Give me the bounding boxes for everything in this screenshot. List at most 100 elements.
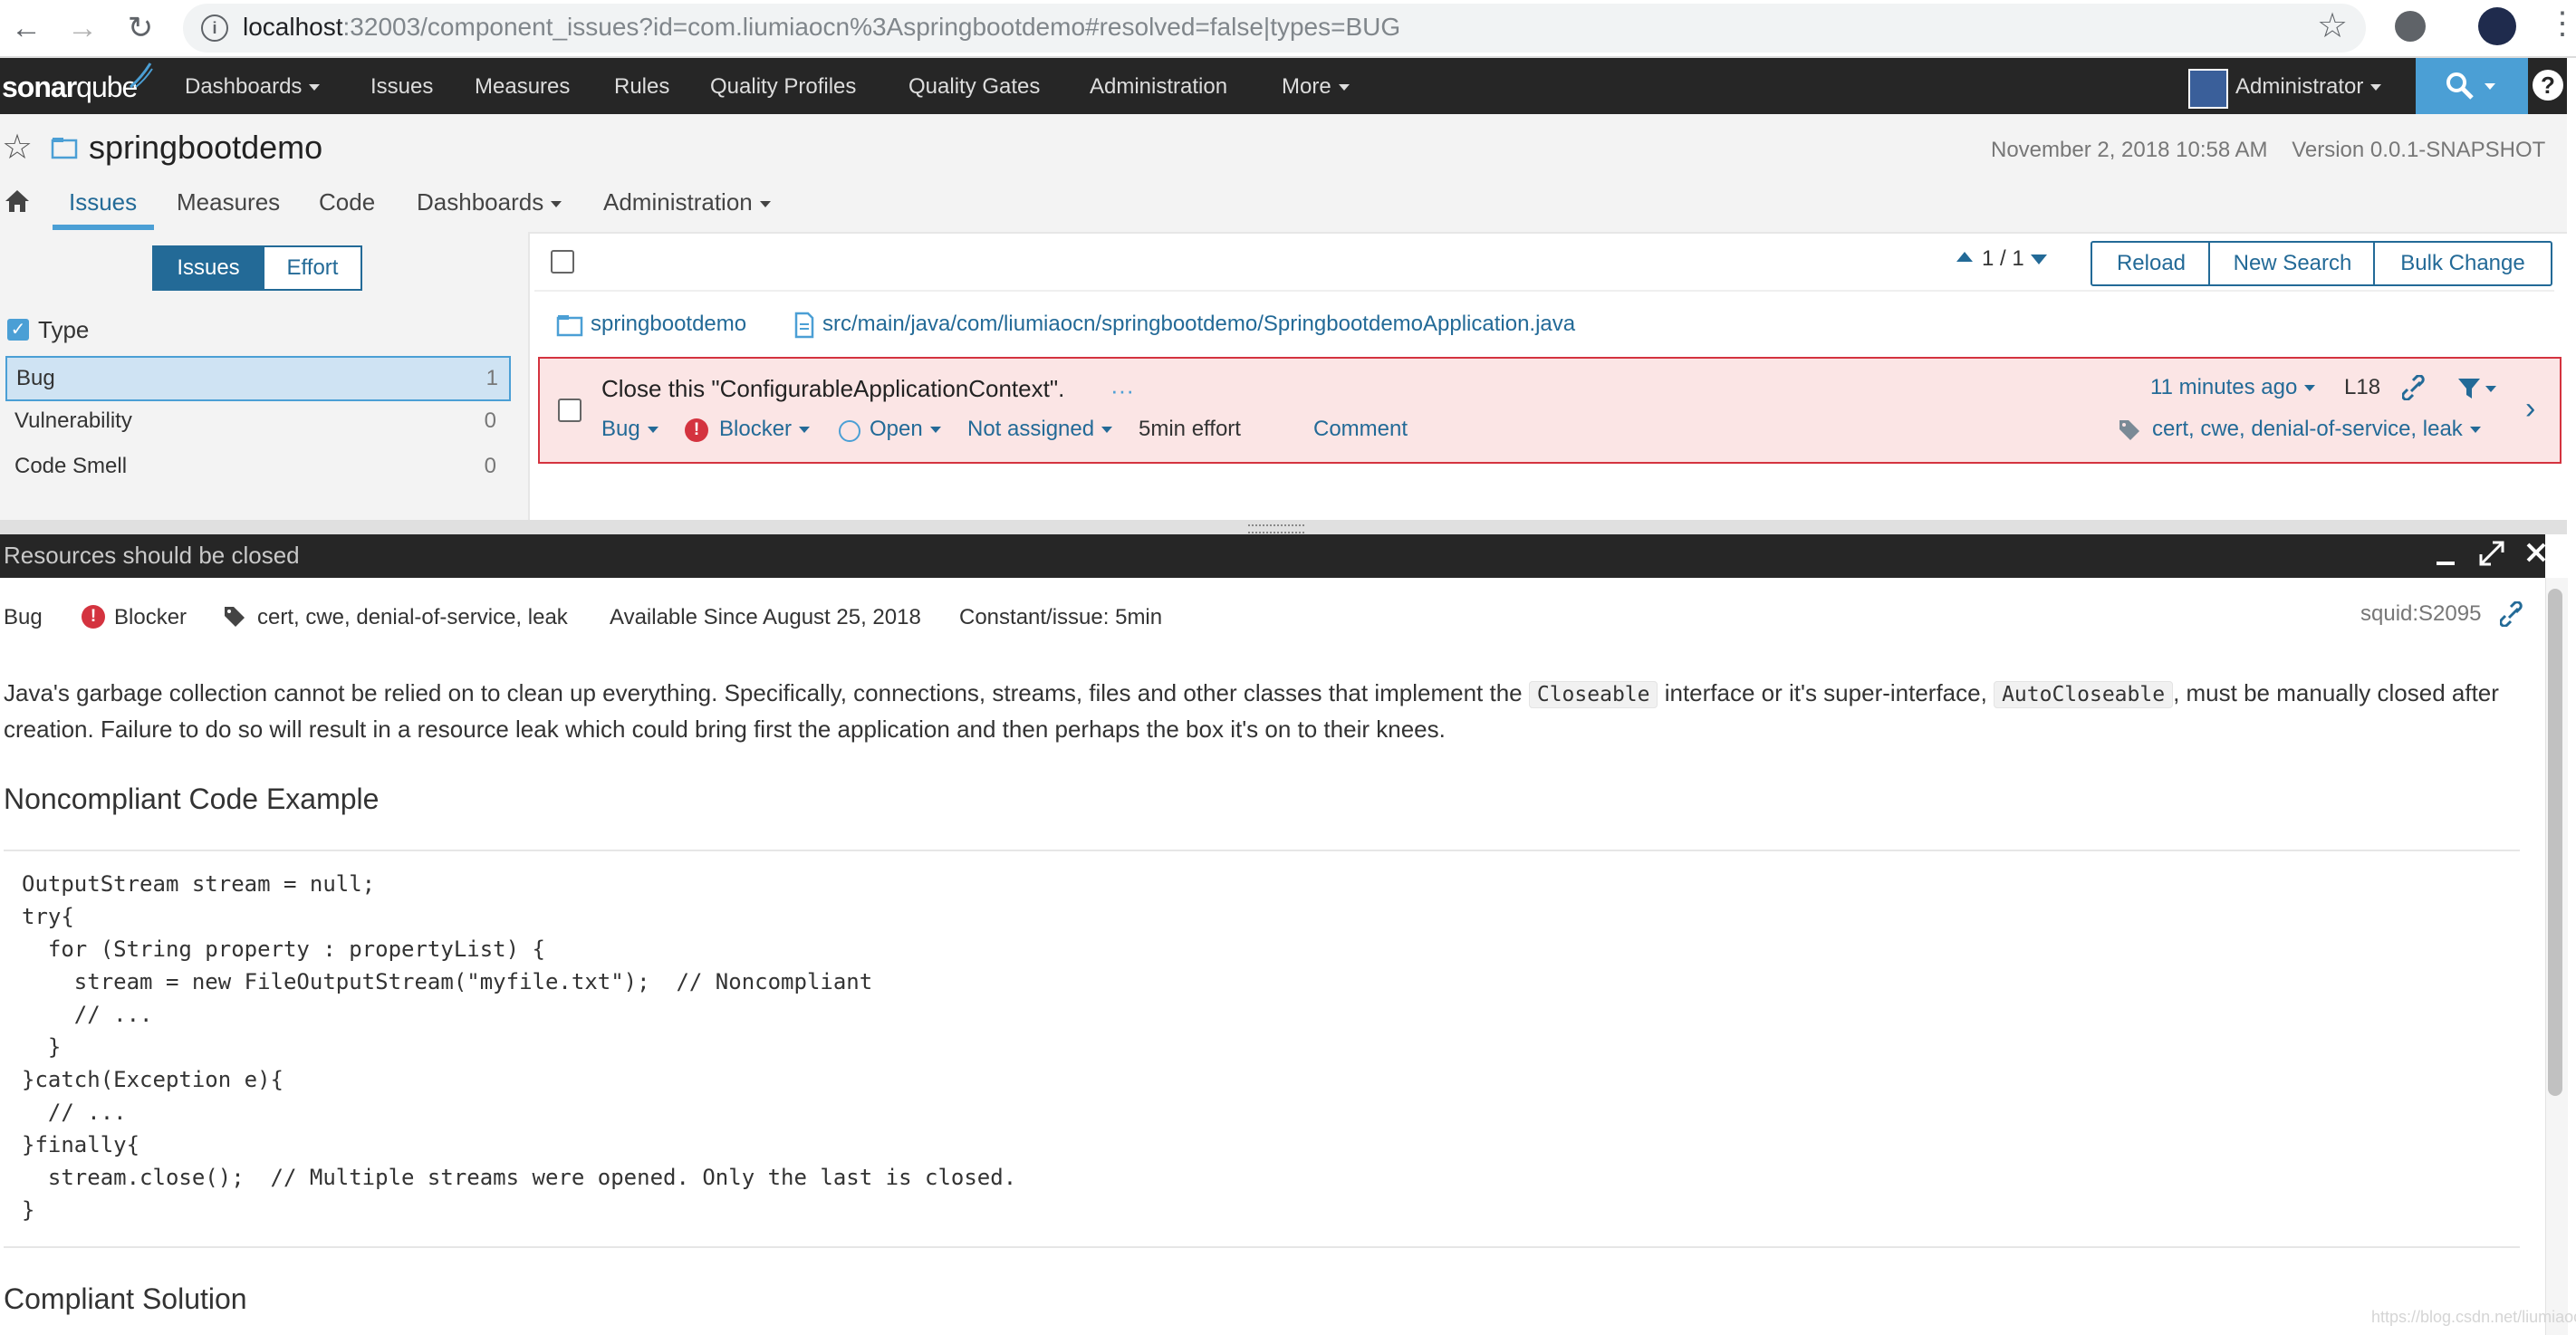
breadcrumb-file[interactable]: src/main/java/com/liumiaocn/springbootde… xyxy=(822,312,1575,337)
compliant-heading: Compliant Solution xyxy=(4,1282,247,1315)
issue-tags[interactable]: cert, cwe, denial-of-service, leak xyxy=(2152,417,2481,442)
reload-button[interactable]: Reload xyxy=(2091,241,2212,286)
extension-icon[interactable] xyxy=(2395,11,2426,42)
url-text[interactable]: localhost:32003/component_issues?id=com.… xyxy=(243,11,1400,43)
rule-tags: cert, cwe, denial-of-service, leak xyxy=(257,605,568,629)
issue-status[interactable]: Open xyxy=(870,417,941,442)
forward-arrow-icon[interactable]: → xyxy=(60,5,105,51)
issue-card[interactable] xyxy=(538,357,2562,464)
rule-remediation: Constant/issue: 5min xyxy=(959,605,1163,629)
noncompliant-code-block: OutputStream stream = null; try{ for (St… xyxy=(22,871,1017,1223)
nav-issues[interactable]: Issues xyxy=(370,74,433,100)
issue-effort: 5min effort xyxy=(1139,417,1241,441)
rule-panel-header xyxy=(0,534,2545,578)
nav-quality-profiles[interactable]: Quality Profiles xyxy=(710,74,856,100)
scrollbar-thumb[interactable] xyxy=(2548,589,2562,1096)
type-facet-title[interactable]: Type xyxy=(38,316,89,344)
tags-icon xyxy=(225,607,245,627)
permalink-icon[interactable] xyxy=(2402,375,2429,400)
facet-code-smell[interactable]: Code Smell 0 xyxy=(5,446,507,487)
more-options-icon[interactable]: ··· xyxy=(1110,377,1134,405)
bulk-change-button[interactable]: Bulk Change xyxy=(2373,241,2552,286)
mode-issues-button[interactable]: Issues xyxy=(152,245,264,291)
reload-icon[interactable]: ↻ xyxy=(118,5,163,51)
project-icon xyxy=(556,315,583,337)
back-arrow-icon[interactable]: ← xyxy=(4,5,49,51)
issue-message[interactable]: Close this "ConfigurableApplicationConte… xyxy=(601,375,1064,403)
permalink-icon[interactable] xyxy=(2500,601,2527,627)
issue-checkbox[interactable] xyxy=(558,399,582,422)
bookmark-star-icon[interactable]: ☆ xyxy=(2317,5,2348,46)
tab-code[interactable]: Code xyxy=(319,188,375,216)
rule-key: squid:S2095 xyxy=(2360,601,2482,626)
divider xyxy=(4,1246,2520,1248)
issue-age[interactable]: 11 minutes ago xyxy=(2150,375,2315,400)
code-autocloseable: AutoCloseable xyxy=(1994,681,2174,708)
chevron-down-icon xyxy=(2485,83,2495,90)
drag-handle-icon[interactable] xyxy=(1248,524,1304,533)
divider xyxy=(4,850,2520,851)
tab-issues[interactable]: Issues xyxy=(69,188,137,216)
info-icon[interactable]: i xyxy=(201,14,228,42)
tab-measures[interactable]: Measures xyxy=(177,188,280,216)
favorite-star-icon[interactable]: ☆ xyxy=(2,127,33,168)
active-tab-indicator xyxy=(53,225,154,230)
select-all-checkbox[interactable] xyxy=(551,250,574,274)
paging-counter: 1 / 1 xyxy=(1982,246,2024,271)
sonarqube-logo[interactable]: sonarqube xyxy=(2,71,138,104)
divider xyxy=(534,290,2554,292)
minimize-icon[interactable] xyxy=(2437,562,2455,565)
chevron-right-icon[interactable]: › xyxy=(2525,391,2535,427)
issue-severity[interactable]: Blocker xyxy=(719,417,810,442)
project-icon xyxy=(51,138,78,159)
chevron-down-icon[interactable] xyxy=(2485,386,2496,392)
issue-assignee[interactable]: Not assigned xyxy=(967,417,1112,442)
profile-avatar[interactable] xyxy=(2478,7,2516,45)
watermark: https://blog.csdn.net/liumiaocn xyxy=(2371,1308,2576,1326)
home-icon[interactable] xyxy=(4,188,31,214)
next-issue-icon[interactable] xyxy=(2031,255,2047,264)
tab-administration[interactable]: Administration xyxy=(603,188,771,216)
rule-available-since: Available Since August 25, 2018 xyxy=(610,605,921,629)
analysis-date: November 2, 2018 10:58 AM Version 0.0.1-… xyxy=(1991,138,2546,162)
issue-type[interactable]: Bug xyxy=(601,417,658,442)
rule-title: Resources should be closed xyxy=(4,542,300,569)
tags-icon xyxy=(2119,420,2139,440)
issue-line[interactable]: L18 xyxy=(2344,375,2380,400)
previous-issue-icon[interactable] xyxy=(1956,252,1973,262)
user-avatar[interactable] xyxy=(2188,69,2228,109)
noncompliant-heading: Noncompliant Code Example xyxy=(4,783,380,815)
blocker-icon: ! xyxy=(82,605,105,629)
new-search-button[interactable]: New Search xyxy=(2208,241,2377,286)
nav-more[interactable]: More xyxy=(1282,74,1350,100)
nav-administration[interactable]: Administration xyxy=(1090,74,1227,100)
filter-icon[interactable] xyxy=(2456,377,2482,400)
component-name[interactable]: springbootdemo xyxy=(89,129,322,167)
help-button[interactable]: ? xyxy=(2528,58,2567,114)
type-facet-checkbox[interactable]: ✓ xyxy=(7,319,29,341)
help-icon: ? xyxy=(2533,70,2563,101)
component-header xyxy=(0,114,2567,234)
expand-icon[interactable] xyxy=(2478,540,2505,567)
search-button[interactable] xyxy=(2416,58,2528,114)
nav-measures[interactable]: Measures xyxy=(475,74,570,100)
nav-quality-gates[interactable]: Quality Gates xyxy=(908,74,1040,100)
close-icon[interactable] xyxy=(2525,542,2547,563)
file-icon xyxy=(794,312,814,339)
browser-menu-icon[interactable]: ⋮ xyxy=(2547,5,2576,42)
search-icon xyxy=(2446,72,2474,100)
rule-severity: Blocker xyxy=(114,605,187,629)
nav-dashboards[interactable]: Dashboards xyxy=(185,74,320,100)
facet-vulnerability[interactable]: Vulnerability 0 xyxy=(5,400,507,442)
issue-comment-link[interactable]: Comment xyxy=(1313,417,1408,442)
user-menu[interactable]: Administrator xyxy=(2235,74,2381,100)
tab-dashboards[interactable]: Dashboards xyxy=(417,188,562,216)
mode-effort-button[interactable]: Effort xyxy=(263,245,362,291)
breadcrumb-project[interactable]: springbootdemo xyxy=(591,312,746,337)
facet-bug[interactable]: Bug 1 xyxy=(5,356,511,401)
code-closeable: Closeable xyxy=(1528,681,1658,708)
rule-description: Java's garbage collection cannot be reli… xyxy=(4,679,2499,743)
nav-rules[interactable]: Rules xyxy=(614,74,669,100)
rule-type: Bug xyxy=(4,605,43,629)
open-status-icon xyxy=(839,420,860,442)
